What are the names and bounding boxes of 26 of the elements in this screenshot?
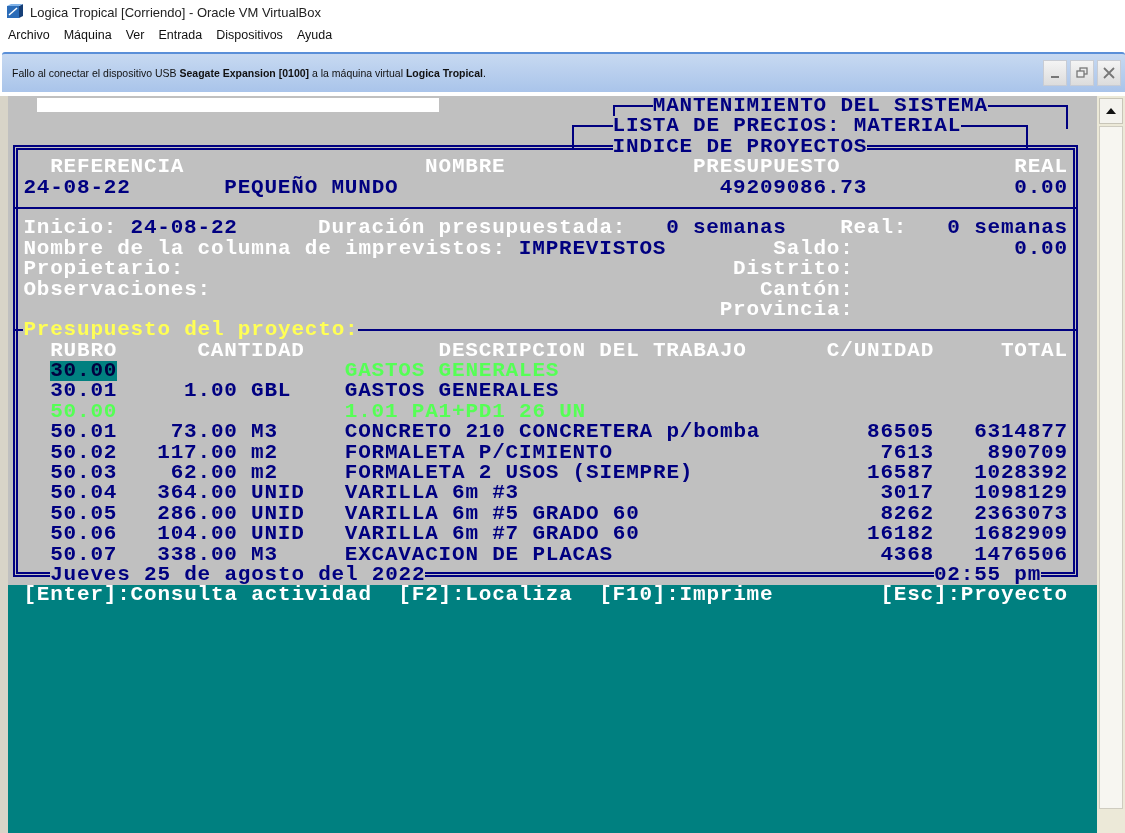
notification-message: Fallo al conectar el dispositivo USB Seagate Expansion [0100] a la máquina virtual Logica Tropical.	[12, 67, 486, 79]
app-icon	[6, 3, 24, 21]
minimize-icon	[1051, 76, 1059, 78]
menu-item[interactable]: Máquina	[61, 28, 114, 42]
menu-item[interactable]: Ayuda	[294, 28, 335, 42]
close-icon	[1103, 67, 1115, 79]
caret-up-icon	[1106, 108, 1116, 114]
project-name: PEQUEÑO MUNDO	[224, 177, 399, 198]
section-label: Presupuesto del proyecto:	[23, 320, 359, 341]
scrollbar[interactable]	[1097, 96, 1125, 833]
input-field[interactable]	[36, 98, 439, 113]
restore-button[interactable]	[1070, 60, 1094, 86]
menu-item[interactable]: Ver	[123, 28, 147, 42]
time-text: 02:55 pm	[933, 565, 1042, 586]
menu-item[interactable]: Dispositivos	[214, 28, 285, 42]
date-text: Jueves 25 de agosto del 2022	[50, 565, 426, 586]
close-button[interactable]	[1097, 60, 1121, 86]
window-title: Logica Tropical [Corriendo] - Oracle VM VirtualBox	[30, 4, 321, 20]
table-cell: CONCRETO 210 CONCRETERA p/bomba	[344, 422, 760, 443]
table-cell: 30.00	[50, 361, 118, 382]
scroll-thumb[interactable]	[1099, 126, 1123, 809]
restore-icon	[1076, 67, 1088, 79]
scroll-up-button[interactable]	[1099, 98, 1123, 124]
minimize-button[interactable]	[1043, 60, 1067, 86]
menu-item[interactable]: Archivo	[6, 28, 52, 42]
menu-item[interactable]: Entrada	[156, 28, 205, 42]
